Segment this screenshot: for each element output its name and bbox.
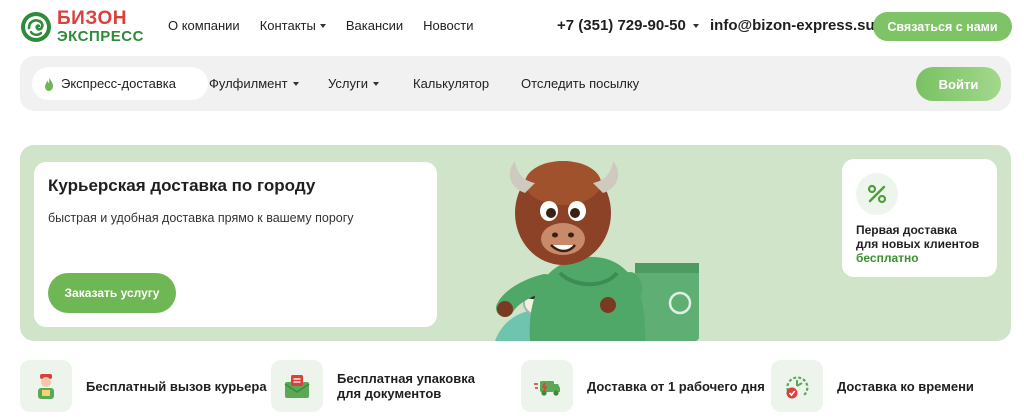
topnav-about-label: О компании (168, 18, 240, 33)
bison-logo-icon (21, 11, 51, 42)
phone-number-label: +7 (351) 729-90-50 (557, 17, 686, 34)
top-header: БИЗОН ЭКСПРЕСС О компании Контакты Вакан… (0, 0, 1024, 54)
contact-us-button[interactable]: Связаться с нами (873, 12, 1012, 41)
hero-banner: Курьерская доставка по городу быстрая и … (20, 145, 1011, 341)
topnav-about[interactable]: О компании (168, 18, 240, 33)
nav-item-services[interactable]: Услуги (328, 76, 379, 91)
hero-title: Курьерская доставка по городу (48, 176, 316, 195)
email-link[interactable]: info@bizon-express.su (710, 17, 875, 34)
percent-icon (856, 173, 898, 215)
promo-line1: Первая доставка (856, 223, 957, 237)
nav-item-calculator[interactable]: Калькулятор (413, 76, 489, 91)
nav-item-express-delivery-label: Экспресс-доставка (61, 76, 176, 91)
hero-card: Курьерская доставка по городу быстрая и … (34, 162, 437, 327)
logo-text-line2: ЭКСПРЕСС (57, 28, 144, 45)
topnav-news[interactable]: Новости (423, 18, 473, 33)
order-service-button[interactable]: Заказать услугу (48, 273, 176, 313)
topnav-contacts[interactable]: Контакты (260, 18, 326, 33)
feature-label: Доставка ко времени (837, 378, 974, 394)
main-nav-bar: Экспресс-доставка Фулфилмент Услуги Каль… (20, 56, 1011, 111)
feature-label-text: Бесплатная упаковка для документов (337, 371, 475, 401)
feature-free-courier: Бесплатный вызов курьера (20, 360, 267, 412)
promo-line2: для новых клиентов (856, 237, 980, 251)
nav-item-calculator-label: Калькулятор (413, 76, 490, 91)
first-delivery-promo-card: Первая доставка для новых клиентов беспл… (842, 159, 997, 277)
clock-check-icon (771, 360, 823, 412)
envelope-icon (271, 360, 323, 412)
courier-icon (20, 360, 72, 412)
feature-label: Бесплатная упаковка для документов (337, 371, 502, 401)
chevron-down-icon (292, 81, 299, 86)
logo[interactable]: БИЗОН ЭКСПРЕСС (20, 9, 144, 44)
chevron-down-icon (692, 23, 699, 28)
nav-item-services-label: Услуги (328, 76, 368, 91)
fast-truck-icon (521, 360, 573, 412)
chevron-down-icon (319, 23, 326, 28)
chevron-down-icon (372, 81, 379, 86)
top-nav: О компании Контакты Вакансии Новости (168, 18, 474, 33)
bison-mascot-illustration (495, 161, 699, 341)
nav-item-express-delivery[interactable]: Экспресс-доставка (32, 67, 208, 100)
logo-text-line1: БИЗОН (57, 8, 127, 29)
hero-subtitle: быстрая и удобная доставка прямо к вашем… (48, 211, 354, 225)
feature-label: Доставка от 1 рабочего дня (587, 378, 765, 394)
topnav-contacts-label: Контакты (259, 18, 316, 33)
nav-item-fulfillment[interactable]: Фулфилмент (209, 76, 299, 91)
topnav-vacancies[interactable]: Вакансии (346, 18, 403, 33)
topnav-news-label: Новости (423, 18, 474, 33)
login-button[interactable]: Войти (916, 67, 1001, 101)
feature-label: Бесплатный вызов курьера (86, 378, 267, 394)
promo-text: Первая доставка для новых клиентов беспл… (856, 223, 979, 265)
promo-highlight: бесплатно (856, 251, 919, 265)
nav-item-track-parcel[interactable]: Отследить посылку (521, 76, 639, 91)
flame-icon (45, 76, 53, 91)
feature-next-day-delivery: Доставка от 1 рабочего дня (521, 360, 765, 412)
phone-number[interactable]: +7 (351) 729-90-50 (557, 17, 699, 34)
feature-free-packaging: Бесплатная упаковка для документов (271, 360, 502, 412)
nav-item-fulfillment-label: Фулфилмент (209, 76, 288, 91)
nav-item-track-parcel-label: Отследить посылку (521, 76, 640, 91)
topnav-vacancies-label: Вакансии (345, 18, 404, 33)
feature-timed-delivery: Доставка ко времени (771, 360, 974, 412)
